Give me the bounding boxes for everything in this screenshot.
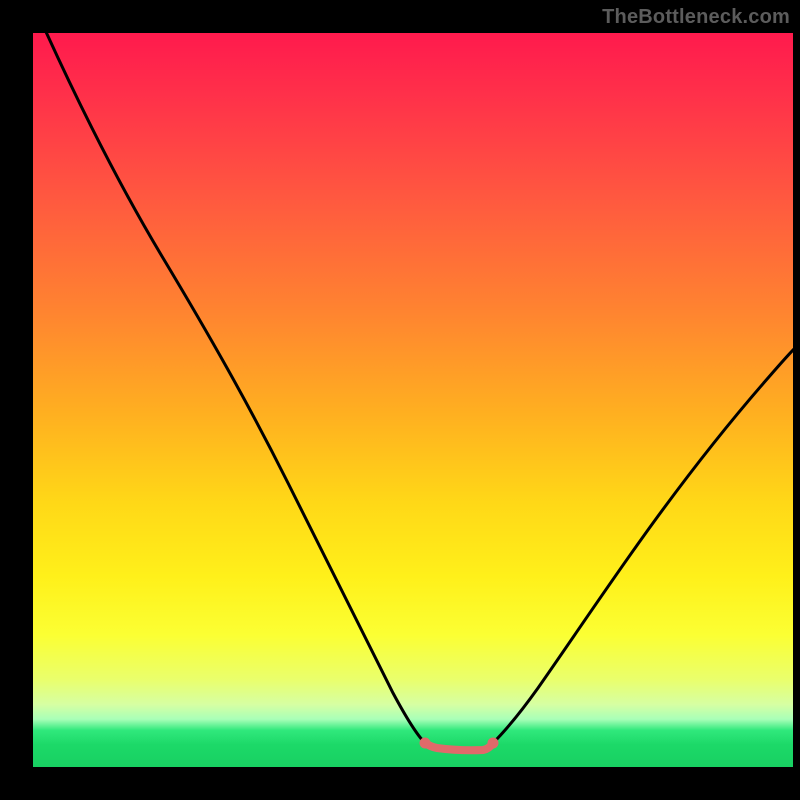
chart-frame: TheBottleneck.com (0, 0, 800, 800)
curve-left-branch (33, 33, 425, 743)
min-end-dot-icon (488, 738, 499, 749)
watermark-text: TheBottleneck.com (602, 6, 790, 29)
bottleneck-curve (33, 33, 793, 767)
curve-flat-minimum (425, 743, 493, 750)
min-start-dot-icon (420, 738, 431, 749)
curve-right-branch (493, 348, 793, 743)
plot-area (33, 33, 793, 767)
